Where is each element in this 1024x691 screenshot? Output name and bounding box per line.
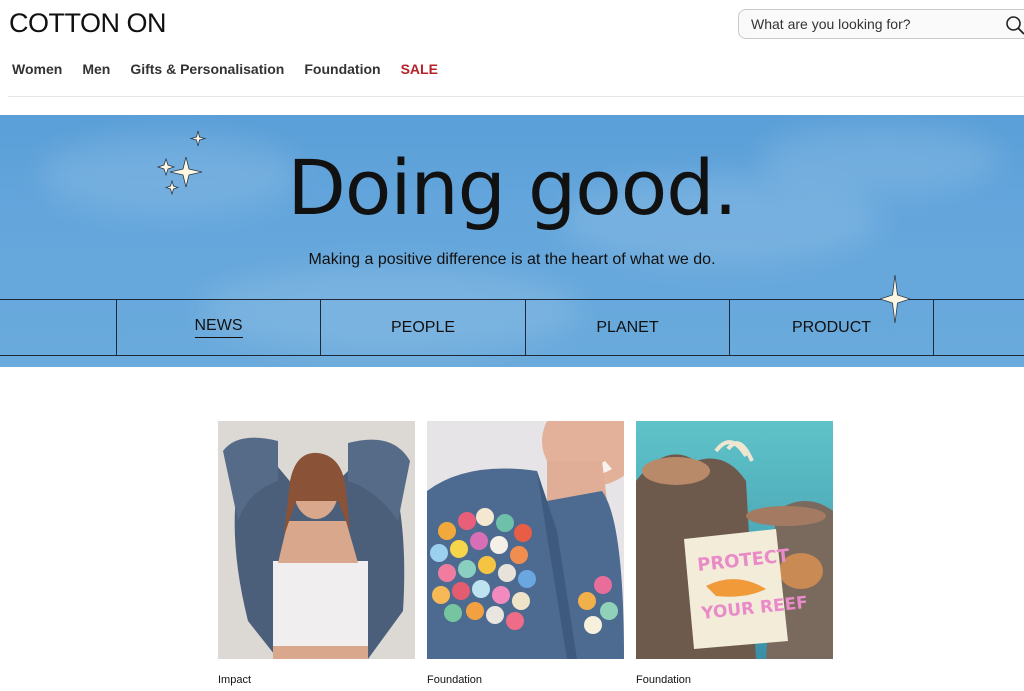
article-category: Foundation — [427, 674, 483, 686]
nav-women[interactable]: Women — [12, 61, 62, 77]
article-card[interactable]: Foundation — [427, 421, 624, 686]
nav-men[interactable]: Men — [82, 61, 110, 77]
hero-subtitle: Making a positive difference is at the h… — [308, 251, 716, 268]
tab-news[interactable]: NEWS — [116, 300, 320, 355]
search-icon[interactable] — [1005, 15, 1024, 35]
hero-tabs: NEWS PEOPLE PLANET PRODUCT — [0, 299, 1024, 356]
article-category: Impact — [218, 674, 252, 686]
article-image[interactable] — [427, 421, 624, 659]
search-box[interactable] — [738, 9, 1024, 39]
search-input[interactable] — [751, 10, 991, 38]
nav-gifts-personalisation[interactable]: Gifts & Personalisation — [130, 61, 284, 77]
hero-banner: Doing good. Making a positive difference… — [0, 115, 1024, 367]
article-category: Foundation — [636, 674, 692, 686]
main-nav: Women Men Gifts & Personalisation Founda… — [12, 61, 438, 77]
tab-planet[interactable]: PLANET — [525, 300, 729, 355]
sparkle-icon — [880, 275, 910, 323]
header-divider — [8, 96, 1024, 97]
tab-people-label: PEOPLE — [390, 318, 456, 336]
hero-title: Doing good. — [287, 143, 737, 232]
article-image[interactable]: PROTECT YOUR REEF — [636, 421, 833, 659]
article-card[interactable]: PROTECT YOUR REEF Foundation — [636, 421, 833, 686]
article-card[interactable]: Impact — [218, 421, 415, 686]
nav-sale[interactable]: SALE — [401, 61, 438, 77]
nav-foundation[interactable]: Foundation — [304, 61, 380, 77]
tab-news-label: NEWS — [194, 317, 243, 338]
article-image[interactable] — [218, 421, 415, 659]
brand-logo[interactable]: COTTON ON — [9, 8, 167, 39]
tab-divider-end — [933, 300, 1024, 355]
tab-product-label: PRODUCT — [791, 318, 872, 336]
tab-planet-label: PLANET — [596, 318, 659, 336]
tab-people[interactable]: PEOPLE — [320, 300, 525, 355]
